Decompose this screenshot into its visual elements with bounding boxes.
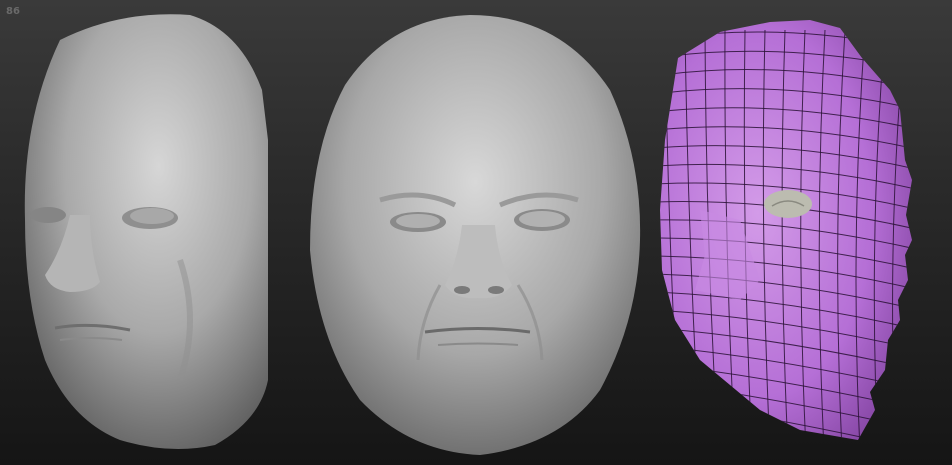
- wireframe-eye: [764, 190, 812, 218]
- sculpt-canvas: [24, 14, 920, 455]
- head-three-quarter-view[interactable]: [24, 14, 268, 450]
- head-front-view[interactable]: [310, 15, 641, 455]
- head-wireframe-view[interactable]: [650, 15, 920, 455]
- zbrush-viewport[interactable]: 86: [0, 0, 952, 465]
